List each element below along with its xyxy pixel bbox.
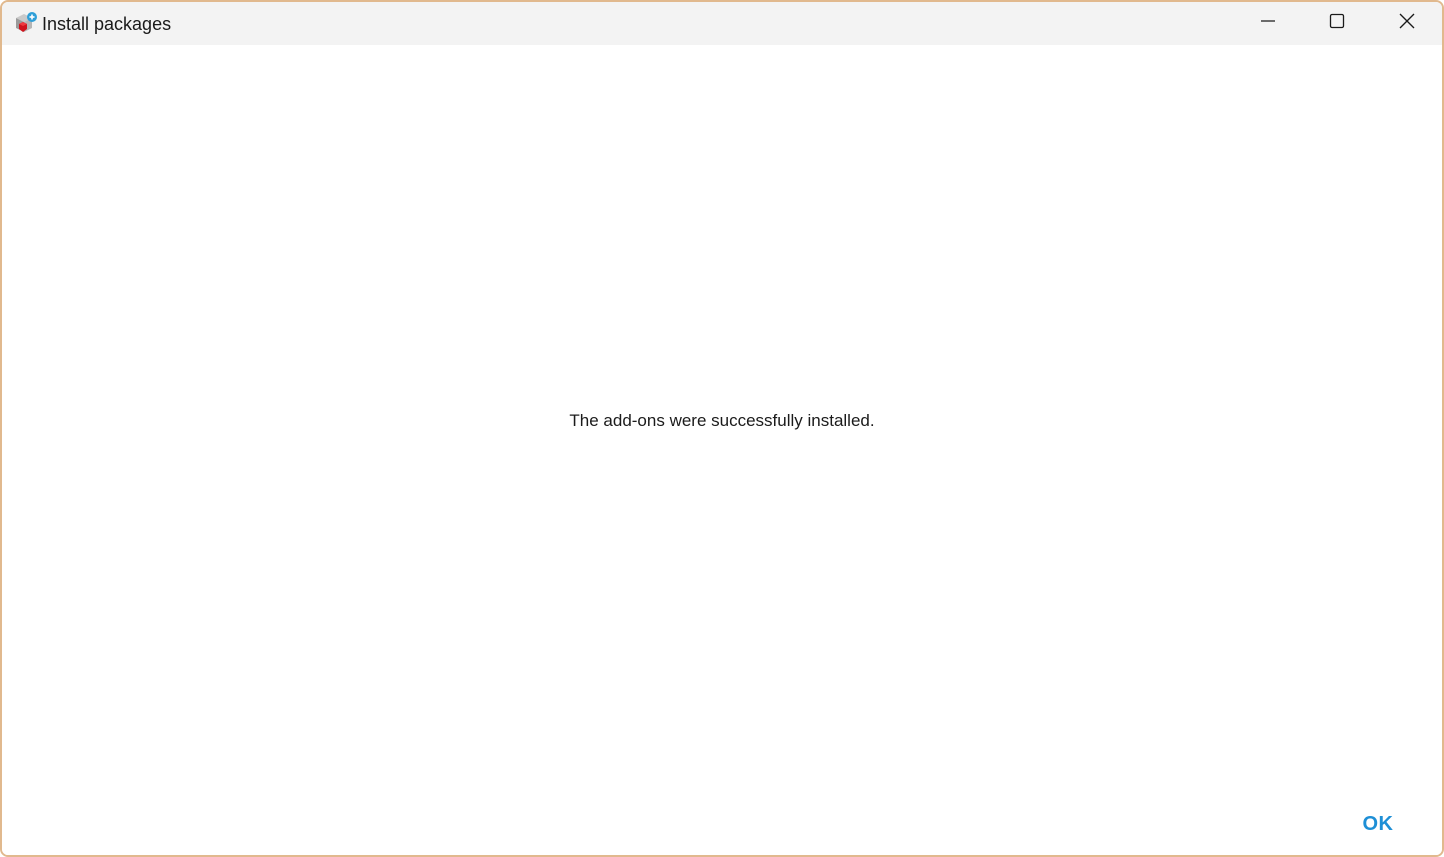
success-message: The add-ons were successfully installed. <box>569 411 875 430</box>
minimize-icon <box>1260 13 1276 34</box>
r-package-icon <box>13 11 39 35</box>
maximize-button[interactable] <box>1302 2 1372 45</box>
close-button[interactable] <box>1372 2 1442 45</box>
minimize-button[interactable] <box>1233 2 1303 45</box>
title-bar[interactable]: Install packages <box>2 2 1442 45</box>
maximize-icon <box>1329 13 1345 34</box>
ok-button[interactable]: OK <box>1346 806 1410 842</box>
window-title: Install packages <box>42 14 172 34</box>
dialog-content: The add-ons were successfully installed.… <box>2 45 1442 855</box>
install-packages-window: Install packages The add-ons were succes… <box>0 0 1444 857</box>
close-icon <box>1399 13 1415 34</box>
